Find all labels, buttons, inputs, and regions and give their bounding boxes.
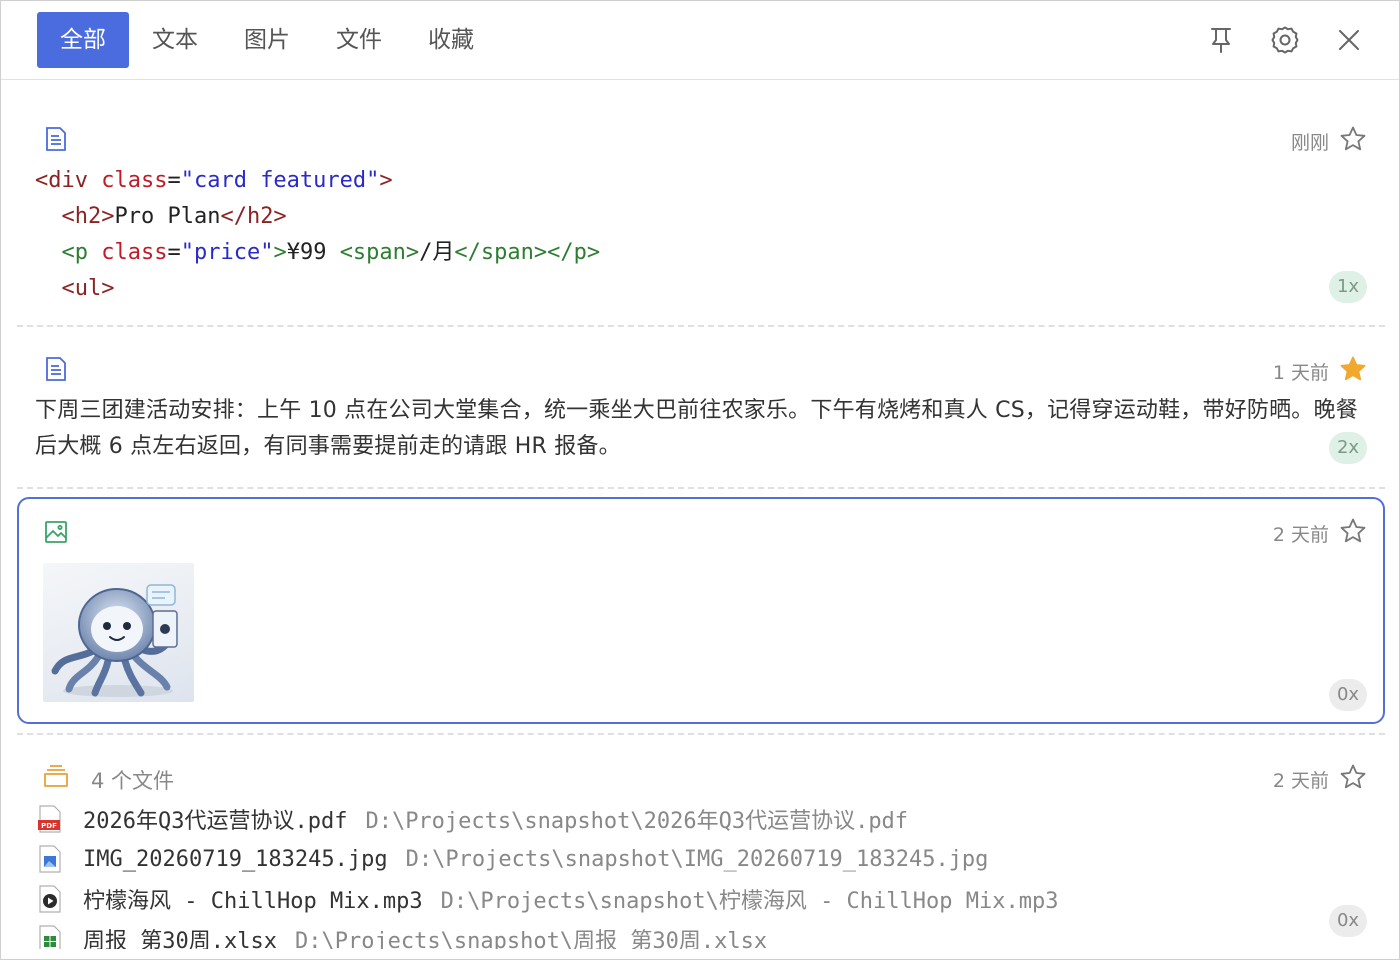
file-name: 柠檬海风 - ChillHop Mix.mp3 [83, 889, 423, 914]
octopus-mascot-image [51, 584, 178, 697]
usage-count-badge: 1x [1329, 271, 1367, 303]
text-document-icon [46, 357, 66, 381]
clip-item-files[interactable]: 4 个文件 2 天前 PDF 2026年Q3代运营协议.pdf D:\Proje… [17, 749, 1385, 949]
file-name: 周报_第30周.xlsx [83, 929, 277, 949]
file-path: D:\Projects\snapshot\2026年Q3代运营协议.pdf [365, 809, 909, 834]
code-line-3: <p class="price">¥99 <span>/月</span></p> [61, 240, 601, 265]
code-line-1: <div class="card featured"> [35, 168, 393, 193]
image-icon [45, 521, 67, 543]
usage-count-badge: 0x [1329, 905, 1367, 937]
top-bar: 全部 文本 图片 文件 收藏 [1, 1, 1399, 80]
pin-icon [1211, 28, 1231, 53]
favorite-star-icon[interactable] [1339, 355, 1367, 383]
settings-button[interactable] [1268, 23, 1302, 57]
file-path: D:\Projects\snapshot\柠檬海风 - ChillHop Mix… [440, 889, 1059, 914]
file-row[interactable]: PDF 2026年Q3代运营协议.pdf D:\Projects\snapsho… [37, 801, 908, 837]
image-file-icon [39, 845, 61, 873]
code-line-2: <h2>Pro Plan</h2> [61, 204, 287, 229]
clip-item-code[interactable]: 刚刚 <div class="card featured"> <h2>Pro P… [17, 111, 1385, 317]
folder-stack-icon [44, 765, 68, 787]
tab-text[interactable]: 文本 [139, 12, 211, 68]
timestamp: 2 天前 [1272, 770, 1329, 792]
file-row[interactable]: 柠檬海风 - ChillHop Mix.mp3 D:\Projects\snap… [37, 881, 1058, 917]
favorite-star-icon[interactable] [1339, 125, 1367, 153]
pin-button[interactable] [1204, 23, 1238, 57]
favorite-star-icon[interactable] [1339, 517, 1367, 545]
favorite-star-icon[interactable] [1339, 763, 1367, 791]
clip-item-image[interactable]: 2 天前 0x [17, 497, 1385, 724]
usage-count-badge: 0x [1329, 679, 1367, 711]
clipboard-window: 全部 文本 图片 文件 收藏 刚刚 <div class="card featu… [0, 0, 1400, 960]
close-icon [1339, 30, 1359, 50]
pdf-file-icon: PDF [38, 805, 61, 833]
file-name: IMG_20260719_183245.jpg [83, 846, 388, 872]
code-preview: <div class="card featured"> <h2>Pro Plan… [35, 163, 600, 307]
file-name: 2026年Q3代运营协议.pdf [83, 809, 348, 834]
text-preview: 下周三团建活动安排：上午 10 点在公司大堂集合，统一乘坐大巴前往农家乐。下午有… [35, 398, 1358, 459]
file-row[interactable]: 周报_第30周.xlsx D:\Projects\snapshot\周报_第30… [37, 921, 767, 949]
text-document-icon [46, 127, 66, 151]
tab-favorites[interactable]: 收藏 [415, 12, 487, 68]
gear-icon [1271, 26, 1299, 54]
tab-images[interactable]: 图片 [231, 12, 303, 68]
spreadsheet-file-icon [39, 925, 61, 949]
timestamp: 1 天前 [1272, 362, 1329, 384]
file-path: D:\Projects\snapshot\周报_第30周.xlsx [294, 929, 768, 949]
divider [17, 733, 1385, 735]
file-path: D:\Projects\snapshot\IMG_20260719_183245… [405, 846, 989, 872]
usage-count-badge: 2x [1329, 432, 1367, 464]
image-thumbnail[interactable] [43, 563, 194, 702]
divider [17, 325, 1385, 327]
clip-item-text[interactable]: 1 天前 下周三团建活动安排：上午 10 点在公司大堂集合，统一乘坐大巴前往农家… [17, 341, 1385, 477]
files-count-label: 4 个文件 [91, 769, 175, 793]
svg-text:PDF: PDF [41, 822, 57, 830]
tab-files[interactable]: 文件 [323, 12, 395, 68]
code-line-4: <ul> [61, 276, 115, 301]
timestamp: 2 天前 [1272, 524, 1329, 546]
audio-file-icon [39, 885, 61, 913]
tab-all[interactable]: 全部 [37, 12, 129, 68]
divider [17, 487, 1385, 489]
timestamp: 刚刚 [1290, 132, 1329, 154]
close-button[interactable] [1332, 23, 1366, 57]
file-row[interactable]: IMG_20260719_183245.jpg D:\Projects\snap… [37, 841, 988, 877]
